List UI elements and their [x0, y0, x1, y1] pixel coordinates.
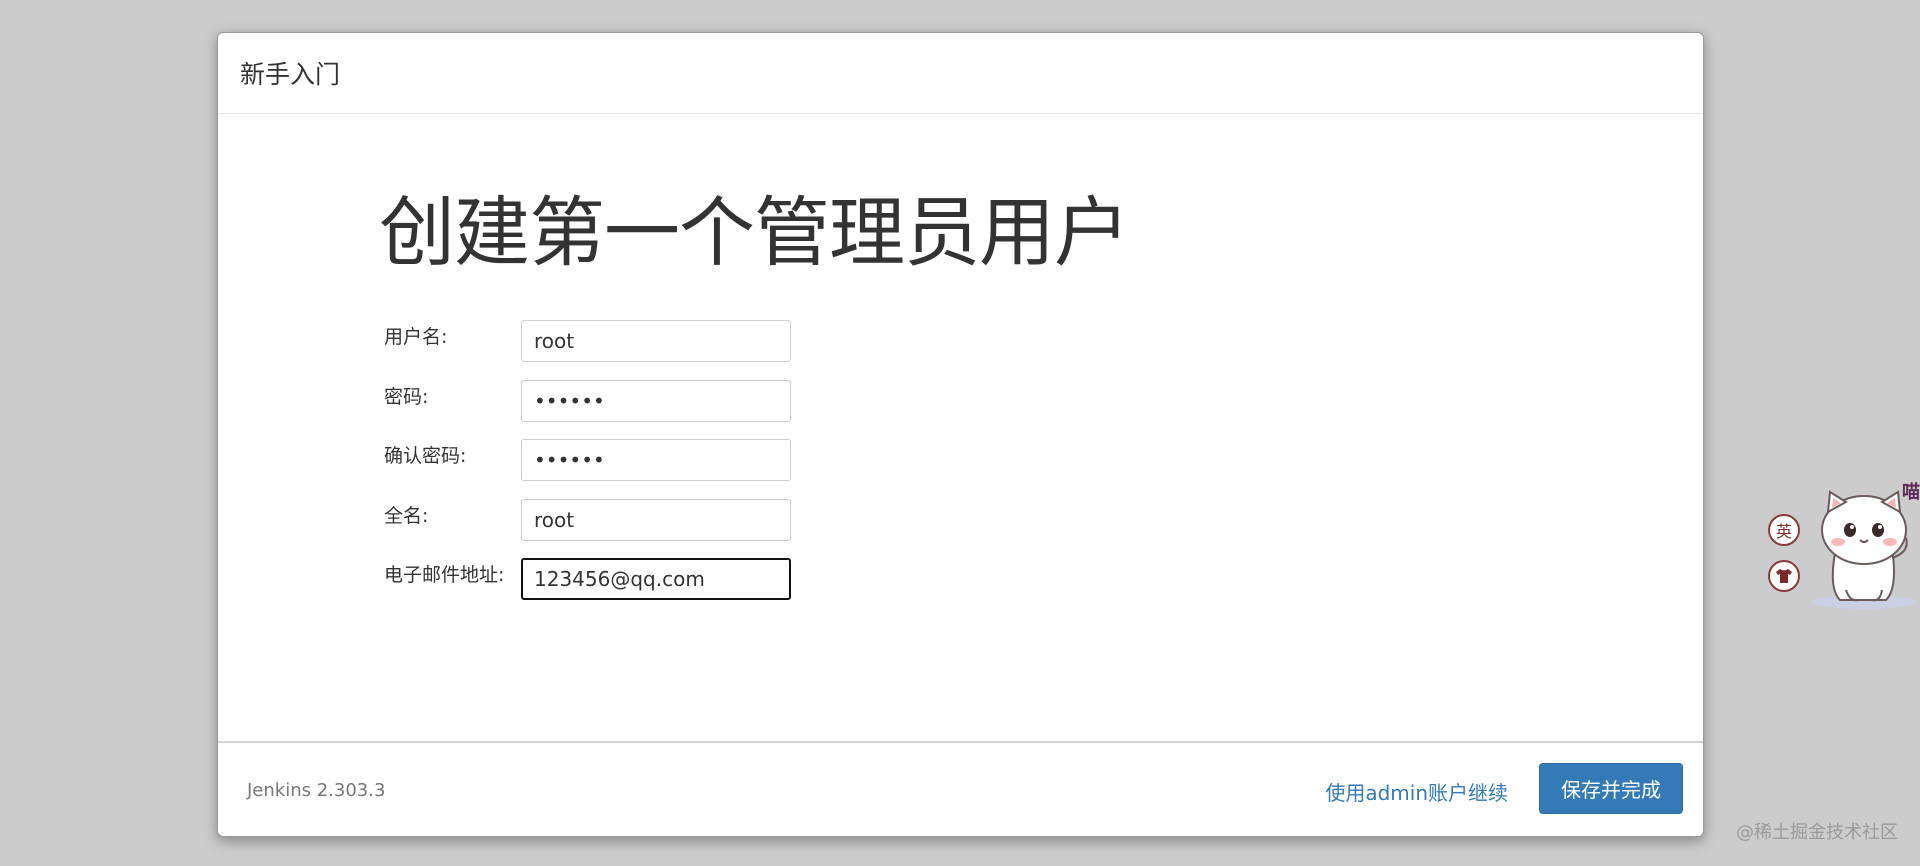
dialog-body: 创建第一个管理员用户 用户名: 密码: 确认密码: 全名: 电子邮件地址:: [218, 115, 1703, 773]
username-input[interactable]: [521, 320, 791, 362]
page-heading: 创建第一个管理员用户: [379, 188, 1130, 277]
dialog-footer: Jenkins 2.303.3 使用admin账户继续 保存并完成: [218, 741, 1703, 836]
skin-toggle-button[interactable]: [1768, 560, 1800, 592]
username-label: 用户名:: [384, 326, 448, 348]
setup-dialog: 新手入门 创建第一个管理员用户 用户名: 密码: 确认密码: 全名: 电子邮件地…: [217, 32, 1704, 837]
language-toggle-button[interactable]: 英: [1768, 514, 1800, 546]
continue-as-admin-button[interactable]: 使用admin账户继续: [1325, 777, 1508, 806]
dialog-title: 新手入门: [240, 60, 341, 89]
watermark-text: @稀土掘金技术社区: [1736, 822, 1898, 843]
mascot-speech-text: 喵: [1902, 482, 1920, 503]
language-toggle-label: 英: [1775, 522, 1792, 541]
fullname-input[interactable]: [521, 498, 791, 541]
password-label: 密码:: [384, 385, 429, 408]
shirt-icon: [1776, 569, 1792, 583]
version-label: Jenkins 2.303.3: [247, 780, 386, 801]
confirm-password-input[interactable]: [521, 439, 791, 481]
fullname-label: 全名:: [384, 504, 429, 527]
mascot-widget: 英 喵: [1762, 478, 1920, 613]
email-input[interactable]: [521, 558, 791, 600]
email-label: 电子邮件地址:: [384, 564, 505, 586]
dialog-header: 新手入门: [218, 33, 1703, 114]
password-input[interactable]: [521, 379, 791, 422]
confirm-password-label: 确认密码:: [384, 445, 467, 467]
save-and-finish-button[interactable]: 保存并完成: [1539, 763, 1683, 814]
